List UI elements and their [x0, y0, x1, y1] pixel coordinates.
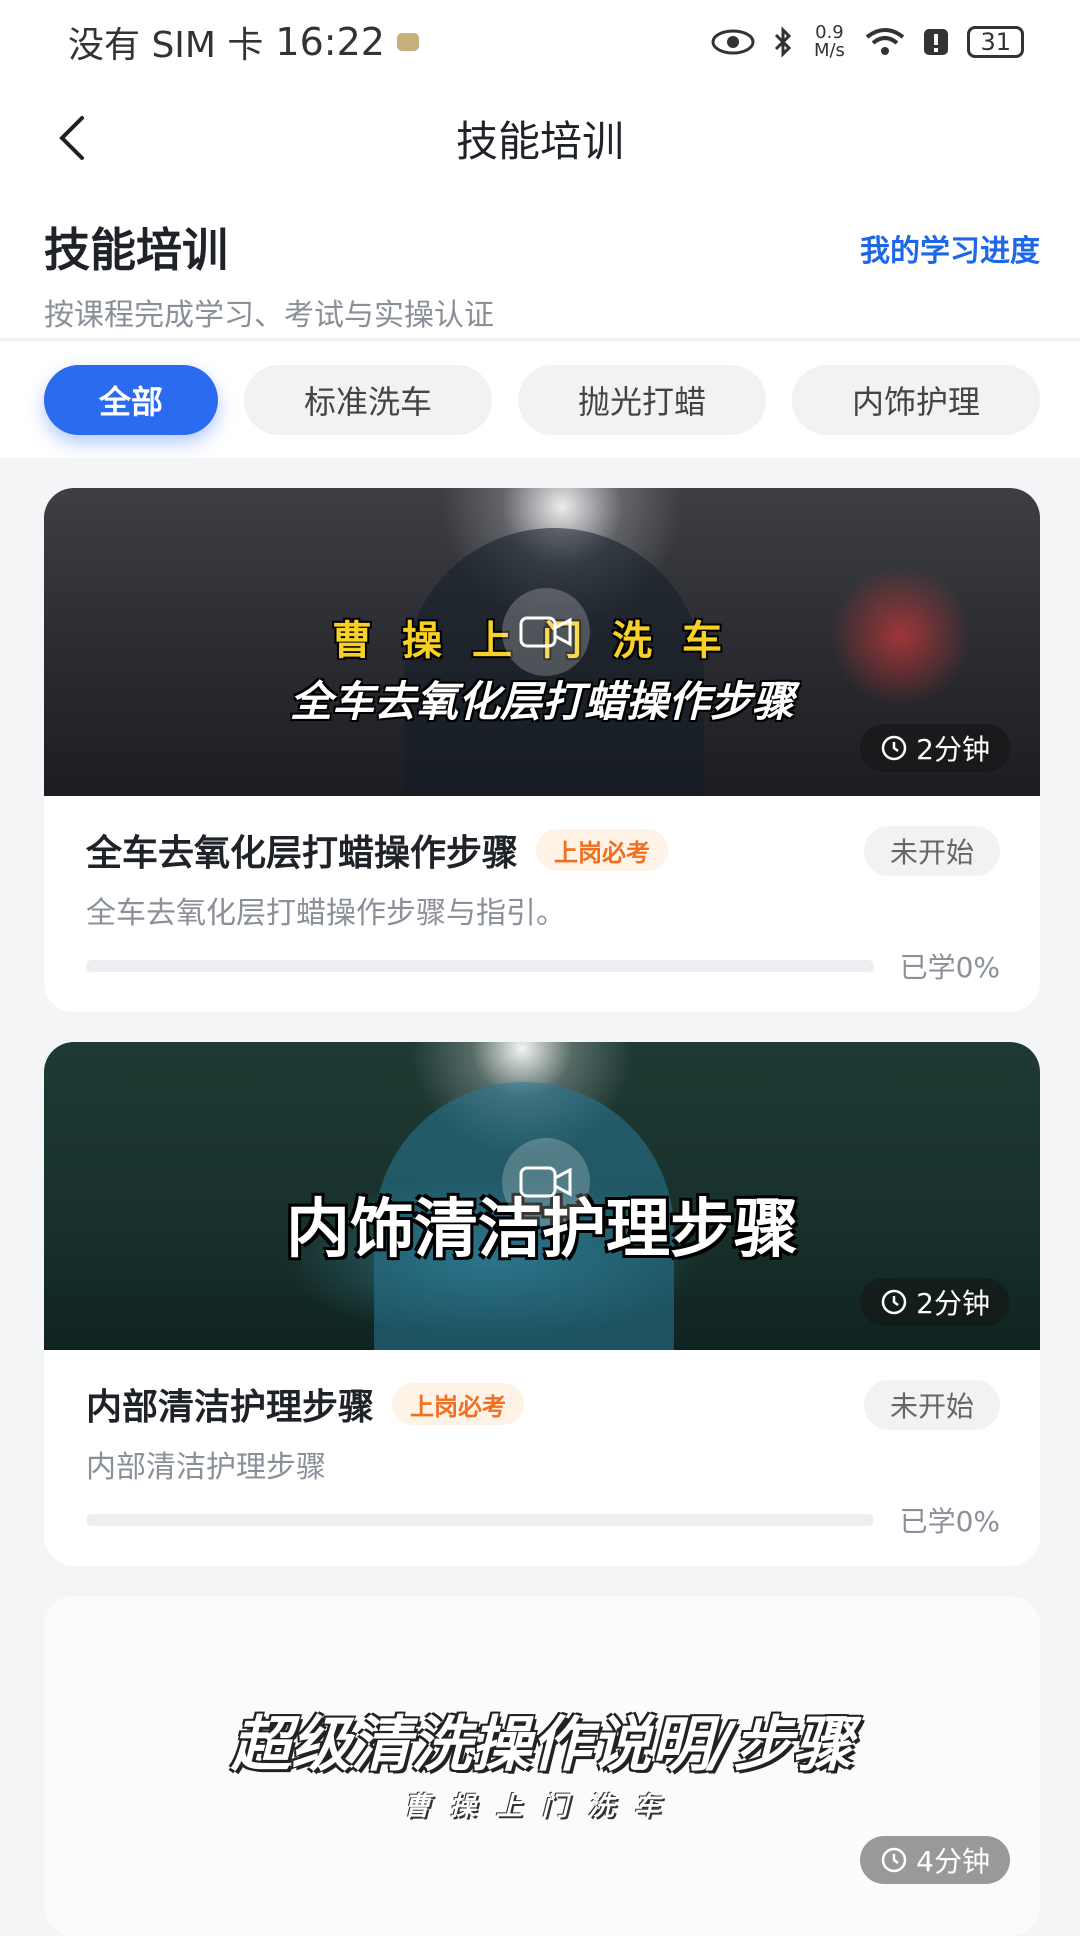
course-card[interactable]: 超级清洗操作说明/步骤 曹操上门洗车 4分钟: [44, 1596, 1040, 1936]
course-description: 内部清洁护理步骤: [86, 1450, 326, 1485]
thumbnail-caption-brand: 曹操上门洗车: [403, 1792, 680, 1822]
status-left: 没有 SIM 卡 16:22: [68, 16, 419, 68]
required-tag: 上岗必考: [536, 829, 669, 871]
clock: 16:22: [275, 20, 385, 64]
back-button[interactable]: [40, 106, 104, 170]
thumbnail-caption-title: 超级清洗操作说明/步骤: [231, 1710, 853, 1780]
play-button[interactable]: [502, 588, 590, 676]
course-info: 内部清洁护理步骤 上岗必考 未开始 内部清洁护理步骤 已学0%: [44, 1350, 1040, 1566]
progress-label: 已学0%: [899, 1505, 1000, 1538]
alert-icon: [924, 29, 949, 55]
status-badge: 未开始: [863, 826, 1000, 876]
progress-row: 已学0%: [86, 1500, 1000, 1540]
clock-icon: [881, 1289, 907, 1315]
course-thumbnail[interactable]: 曹操上门洗车 全车去氧化层打蜡操作步骤 2分钟: [44, 488, 1040, 796]
tab-polish-wax[interactable]: 抛光打蜡: [518, 365, 766, 435]
clock-icon: [881, 1847, 907, 1873]
course-thumbnail[interactable]: 超级清洗操作说明/步骤 曹操上门洗车 4分钟: [44, 1596, 1040, 1936]
course-card[interactable]: 内饰清洁护理步骤 2分钟 内部清洁护理步骤 上岗必考 未开始 内部清洁护理步骤 …: [44, 1042, 1040, 1566]
progress-bar: [86, 960, 874, 972]
course-info: 全车去氧化层打蜡操作步骤 上岗必考 未开始 全车去氧化层打蜡操作步骤与指引。 已…: [44, 796, 1040, 1012]
network-speed: 0.9 M/s: [813, 22, 845, 61]
tab-standard-wash[interactable]: 标准洗车: [244, 365, 492, 435]
page-title: 技能培训: [455, 116, 624, 166]
battery-indicator: 31: [967, 26, 1024, 58]
required-tag: 上岗必考: [392, 1383, 525, 1425]
duration-text: 2分钟: [916, 733, 990, 766]
duration-badge: 2分钟: [860, 1278, 1010, 1326]
course-thumbnail[interactable]: 内饰清洁护理步骤 2分钟: [44, 1042, 1040, 1350]
status-badge: 未开始: [863, 1380, 1000, 1430]
eye-icon: [711, 29, 755, 55]
section-header: 技能培训 按课程完成学习、考试与实操认证 我的学习进度: [0, 192, 1080, 340]
course-title-row: 全车去氧化层打蜡操作步骤 上岗必考: [86, 824, 998, 876]
nav-bar: 技能培训: [0, 84, 1080, 192]
duration-text: 4分钟: [916, 1845, 990, 1878]
course-title-row: 内部清洁护理步骤 上岗必考: [86, 1378, 998, 1430]
course-card[interactable]: 曹操上门洗车 全车去氧化层打蜡操作步骤 2分钟 全车去氧化层打蜡操作步骤 上岗必…: [44, 488, 1040, 1012]
carrier-text: 没有 SIM 卡: [68, 25, 264, 66]
progress-bar: [86, 1514, 874, 1526]
duration-text: 2分钟: [916, 1287, 990, 1320]
duration-badge: 4分钟: [860, 1836, 1010, 1884]
my-progress-link[interactable]: 我的学习进度: [860, 226, 1040, 270]
bluetooth-icon: [775, 26, 792, 58]
notification-icon: [396, 33, 419, 51]
category-tabs: 全部 标准洗车 抛光打蜡 内饰护理: [0, 342, 1080, 458]
wifi-icon: [866, 28, 905, 55]
duration-badge: 2分钟: [860, 724, 1010, 772]
thumbnail-caption-title: 全车去氧化层打蜡操作步骤: [289, 677, 794, 726]
status-bar: 没有 SIM 卡 16:22 0.9 M/s 31: [0, 0, 1080, 84]
course-title: 全车去氧化层打蜡操作步骤: [86, 833, 519, 874]
status-right: 0.9 M/s 31: [711, 24, 1024, 60]
chevron-left-icon: [59, 116, 84, 160]
progress-row: 已学0%: [86, 946, 1000, 986]
video-camera-icon: [519, 616, 572, 648]
tab-interior-care[interactable]: 内饰护理: [792, 365, 1040, 435]
course-title: 内部清洁护理步骤: [86, 1387, 375, 1428]
video-camera-icon: [519, 1166, 572, 1198]
clock-icon: [881, 735, 907, 761]
play-button[interactable]: [502, 1138, 590, 1226]
section-subtitle: 按课程完成学习、考试与实操认证: [44, 298, 494, 333]
progress-label: 已学0%: [899, 951, 1000, 984]
course-description: 全车去氧化层打蜡操作步骤与指引。: [86, 896, 566, 931]
tab-all[interactable]: 全部: [44, 365, 218, 435]
